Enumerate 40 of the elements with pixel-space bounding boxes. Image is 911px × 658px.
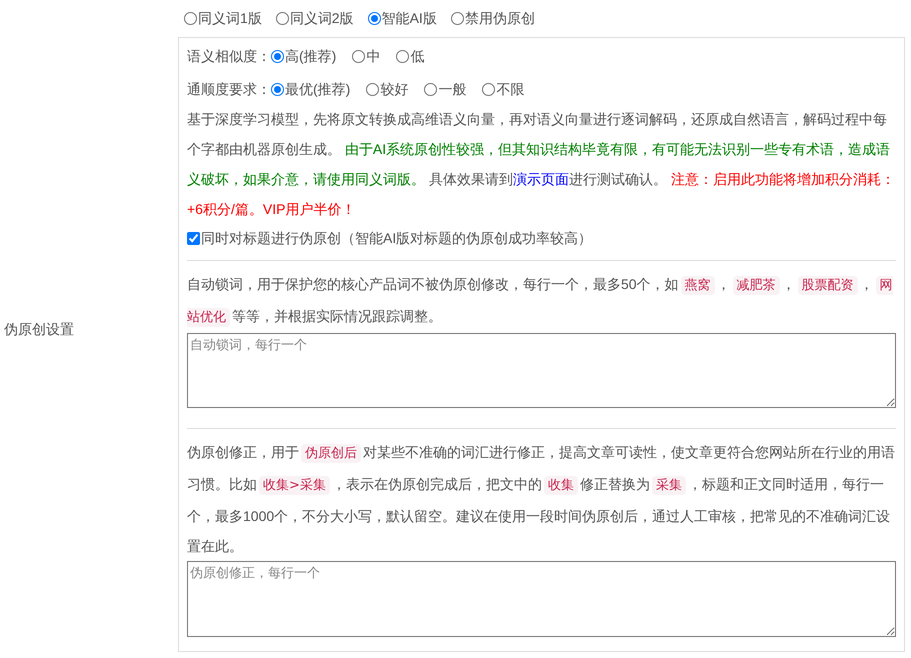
radio-button[interactable] [366,82,380,96]
radio-label[interactable]: 同义词1版 [198,8,262,29]
section-label: 伪原创设置 [4,320,74,338]
radio-button[interactable] [368,12,381,25]
radio-button[interactable] [276,12,289,25]
keyword-chip: 减肥茶 [732,276,780,295]
checkbox-label[interactable]: 同时对标题进行伪原创（智能AI版对标题的伪原创成功率较高） [201,228,592,248]
radio-button[interactable] [396,50,410,62]
radio-label[interactable]: 高(推荐) [285,46,336,66]
description-text: 伪原创修正，用于 伪原创后 对某些不准确的词汇进行修正，提高文章可读性，使文章更符合您网站所在行业的用语习惯。比如 收集>采集 ，表示在伪原创完成后，把文中的 收集 修正替换为 采集 ，标题和正文同时适用，每行一个，最多1000个，不分大小写，默认留空。建议在使用一段时间伪原创后，通过人工审核，把常见的不准确词汇设置在此。 [187,443,896,556]
radio-label[interactable]: 一般 [438,78,466,100]
text-area[interactable]: 自动锁词，每行一个 [187,333,896,408]
radio-label[interactable]: 较好 [380,78,408,100]
radio-label[interactable]: 同义词2版 [290,8,354,29]
keyword-chip: 燕窝 [680,276,715,295]
radio-label[interactable]: 最优(推荐) [285,78,350,100]
radio-button[interactable] [482,82,496,96]
keyword-chip: 收集 [544,476,578,495]
field-label: 通顺度要求： [187,80,271,98]
text-area[interactable]: 伪原创修正，每行一个 [187,561,896,637]
radio-button[interactable] [271,50,284,62]
keyword-chip: 伪原创后 [301,444,361,463]
keyword-chip: 股票配资 [798,276,858,295]
field-label: 语义相似度： [187,46,271,66]
checkbox[interactable] [187,232,200,244]
radio-label[interactable]: 不限 [496,78,524,100]
radio-button[interactable] [450,12,464,25]
radio-label[interactable]: 禁用伪原创 [464,8,535,29]
keyword-chip: 收集>采集 [259,476,330,495]
radio-button[interactable] [352,50,366,62]
description-text: 自动锁词，用于保护您的核心产品词不被伪原创修改，每行一个，最多50个，如 燕窝 ， 减肥茶 ， 股票配资 ， 网站优化 等等，并根据实际情况跟踪调整。 [187,275,894,329]
description-text: 基于深度学习模型，先将原文转换成高维语义向量，再对语义向量进行逐词解码，还原成自然语言，解码过程中每个字都由机器原创生成。 由于AI系统原创性较强，但其知识结构毕竟有限，有可能无法识别一些专有术语，造成语义破坏，如果介意，请使用同义词版。 具体效果请到演示页面进行测试确认。 注意：启用此功能将增加积分消耗：+6积分/篇。VIP用户半价！ [187,110,896,219]
radio-label[interactable]: 中 [366,46,380,66]
radio-button[interactable] [424,82,438,96]
radio-button[interactable] [271,82,284,96]
radio-label[interactable]: 低 [410,46,424,66]
demo-link[interactable]: 演示页面 [512,171,569,187]
radio-label[interactable]: 智能AI版 [382,8,437,29]
keyword-chip: 采集 [652,476,686,495]
radio-button[interactable] [184,12,197,25]
